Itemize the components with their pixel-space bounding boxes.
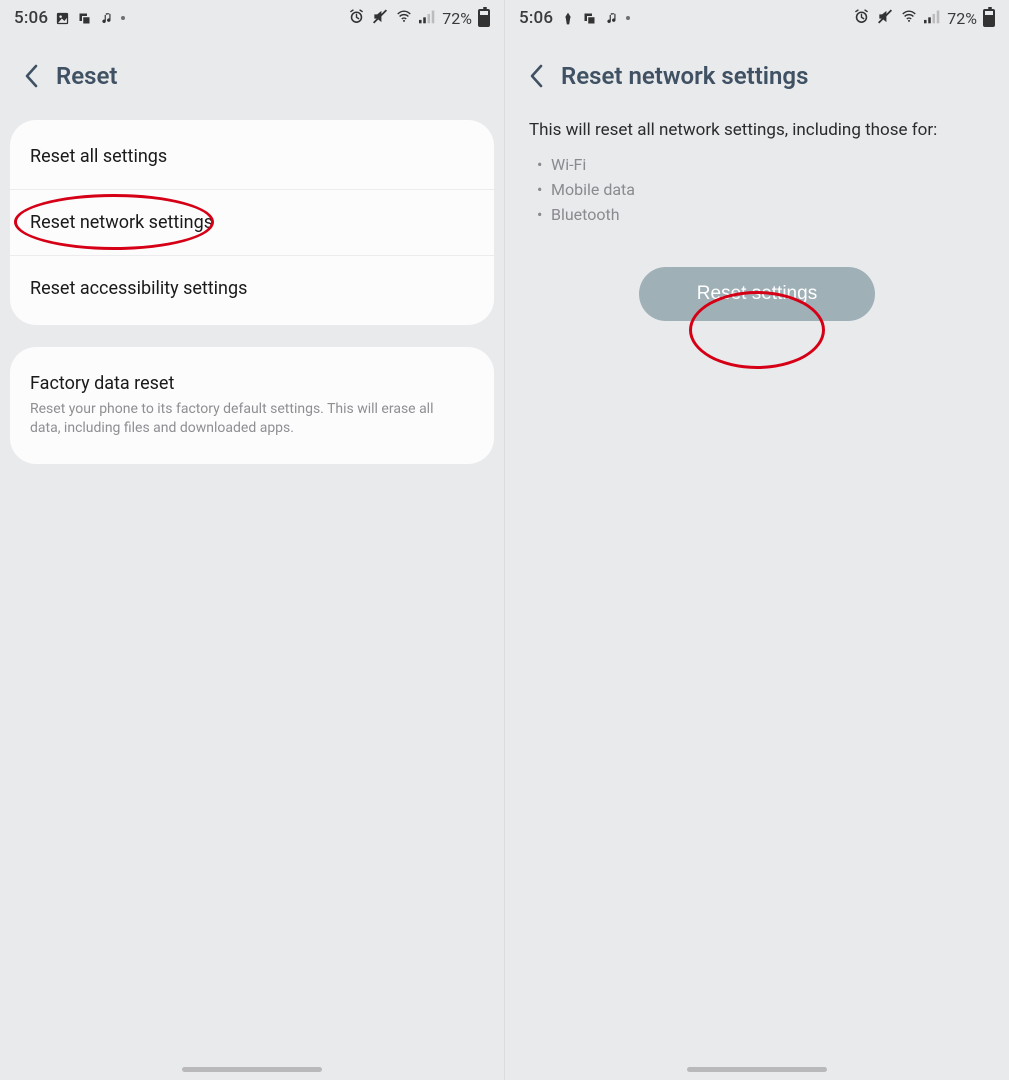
reset-card: Reset all settings Reset network setting… — [10, 120, 494, 325]
screen-reset-network: 5:06 72% — [504, 0, 1009, 1080]
battery-percent: 72% — [947, 9, 977, 28]
row-reset-all[interactable]: Reset all settings — [10, 124, 494, 189]
list-item: Mobile data — [551, 177, 985, 202]
back-icon[interactable] — [24, 64, 38, 88]
battery-percent: 72% — [442, 9, 472, 28]
status-time: 5:06 — [14, 8, 48, 28]
reset-settings-button[interactable]: Reset settings — [639, 267, 875, 321]
row-label: Reset network settings — [30, 212, 213, 233]
row-label: Reset accessibility settings — [30, 278, 247, 299]
back-icon[interactable] — [529, 64, 543, 88]
signal-icon — [419, 9, 436, 28]
wifi-icon — [395, 9, 413, 28]
row-reset-accessibility[interactable]: Reset accessibility settings — [10, 255, 494, 321]
copy-icon — [77, 11, 92, 26]
row-label: Reset all settings — [30, 146, 167, 167]
nav-handle[interactable] — [182, 1067, 322, 1072]
nav-handle[interactable] — [687, 1067, 827, 1072]
app-header: Reset — [0, 36, 504, 120]
music-note-icon — [99, 11, 114, 26]
battery-icon — [983, 9, 995, 27]
status-bar: 5:06 72% — [0, 0, 504, 36]
reset-description: This will reset all network settings, in… — [505, 120, 1009, 227]
row-reset-network[interactable]: Reset network settings — [10, 189, 494, 255]
mute-icon — [371, 8, 389, 29]
mute-icon — [876, 8, 894, 29]
status-more-dot — [121, 16, 125, 20]
page-title: Reset network settings — [561, 62, 808, 90]
screen-reset-list: 5:06 72% — [0, 0, 504, 1080]
music-note-icon — [604, 11, 619, 26]
copy-icon — [582, 11, 597, 26]
status-bar: 5:06 72% — [505, 0, 1009, 36]
row-factory-reset[interactable]: Factory data reset Reset your phone to i… — [10, 351, 494, 460]
app-icon — [560, 11, 575, 26]
button-label: Reset settings — [697, 283, 817, 304]
row-label: Factory data reset — [30, 373, 174, 394]
list-item: Wi-Fi — [551, 152, 985, 177]
alarm-icon — [348, 8, 365, 29]
wifi-icon — [900, 9, 918, 28]
signal-icon — [924, 9, 941, 28]
reset-items-list: Wi-Fi Mobile data Bluetooth — [529, 152, 985, 227]
page-title: Reset — [56, 62, 117, 90]
battery-icon — [478, 9, 490, 27]
factory-card: Factory data reset Reset your phone to i… — [10, 347, 494, 464]
app-header: Reset network settings — [505, 36, 1009, 120]
list-item: Bluetooth — [551, 202, 985, 227]
status-more-dot — [626, 16, 630, 20]
picture-icon — [55, 11, 70, 26]
alarm-icon — [853, 8, 870, 29]
status-time: 5:06 — [519, 8, 553, 28]
row-sublabel: Reset your phone to its factory default … — [30, 400, 474, 438]
desc-text: This will reset all network settings, in… — [529, 120, 985, 140]
